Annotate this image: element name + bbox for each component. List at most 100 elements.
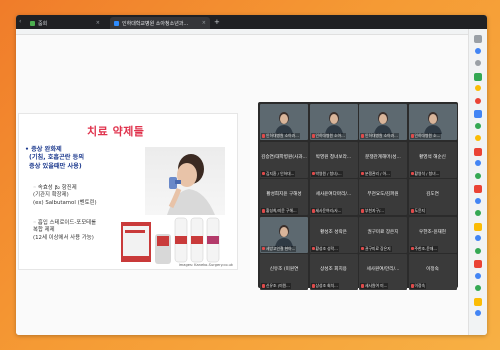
participant-tile[interactable]: 신유조 (미원연 신유조 (미원... — [260, 254, 308, 290]
extension-icon[interactable] — [475, 160, 481, 166]
participant-tile[interactable]: 세사원여/만리/... 세사원여 미... — [359, 254, 407, 290]
participant-video-silhouette — [275, 224, 293, 247]
participant-name-label: 인하대병원 소... — [409, 133, 442, 139]
muted-mic-icon — [361, 284, 364, 288]
participant-name-label: 도윤지 — [409, 208, 426, 214]
participant-center-name: 권구미료 장은지 — [367, 229, 399, 235]
extension-icon[interactable] — [475, 47, 481, 54]
participant-name: 황영석 / 청녀... — [414, 170, 440, 176]
participant-name-label: 황성희/지윤 구해... — [261, 208, 298, 214]
slide-bullet-2-line3: (ex) Salbutamol (벤토린) — [33, 199, 97, 206]
extension-icon[interactable] — [475, 272, 481, 279]
tab-bar: ‹ 줌회 × 인하대학교병원 소아청소년과... × + — [16, 15, 487, 29]
muted-mic-icon — [311, 134, 315, 138]
participant-video-silhouette — [423, 112, 442, 134]
slide-bullet-1: • 증상 완화제 — [25, 146, 62, 153]
extension-icon[interactable] — [474, 222, 482, 231]
muted-mic-icon — [361, 246, 364, 251]
muted-mic-icon — [262, 209, 265, 213]
extension-icon[interactable] — [474, 72, 482, 81]
zoom-favicon-icon — [30, 20, 35, 26]
extension-icon[interactable] — [475, 197, 481, 204]
participant-tile[interactable]: 인하대병원 소아과... — [260, 104, 308, 140]
slide-image-credit: images: Kaneko-Surgery.co.uk — [178, 263, 233, 267]
participant-name: 인하대병원 소아... — [315, 133, 345, 138]
participant-center-name: 황영석 해순신 — [419, 154, 446, 160]
participant-center-name: 부천요도/김퍼원 — [367, 192, 399, 197]
participant-tile[interactable]: 인하대병원 소... — [408, 104, 457, 140]
participant-tile[interactable]: 우한조-윤재현 주한조-윤재... — [408, 216, 457, 253]
participant-video-silhouette — [374, 112, 392, 134]
participant-name-label: 상성조 회치... — [310, 283, 339, 289]
participant-video-silhouette — [275, 112, 293, 134]
participant-tile[interactable]: 김도연 도윤지 — [408, 179, 457, 215]
participant-center-name: 김승연/대학병원(사과... — [261, 154, 307, 160]
close-icon[interactable]: × — [202, 20, 206, 26]
new-tab-button[interactable]: + — [214, 18, 220, 26]
muted-mic-icon — [262, 171, 265, 176]
extension-icon[interactable] — [474, 185, 482, 193]
muted-mic-icon — [410, 209, 414, 213]
participant-tile[interactable]: 상성조 회치용상성조 회치... — [309, 254, 358, 290]
tab-title: 줌회 — [38, 20, 48, 27]
participant-name: 세사윤여리/사... — [315, 208, 342, 213]
extension-icon[interactable] — [474, 297, 482, 306]
participant-tile[interactable]: 이정숙 이정숙 — [408, 254, 457, 290]
participant-center-name: 상성조 회치용 — [320, 267, 347, 272]
participant-tile[interactable]: 분쟁관계해머(성... 분쟁관리 / 아... — [359, 141, 407, 178]
participant-tile[interactable]: 박영원 청녀보라... 박영원 / 청녀/... — [309, 141, 358, 178]
participant-name: 이정숙 — [414, 283, 425, 288]
extension-icon[interactable] — [475, 172, 481, 179]
participant-gallery: 인하대병원 소아과... 인하대병원 소아... 인하대병원 소아과... 인하대병원… — [258, 102, 458, 290]
participant-tile[interactable]: 황영석 해순신황영석 / 청녀... — [408, 141, 457, 178]
tab-active-meeting[interactable]: 인하대학교병원 소아청소년과... × — [110, 17, 210, 29]
participant-tile[interactable]: 권구미료 장은지 권구미료 장은지 — [359, 216, 407, 253]
participant-name-label: 인하대병원 소아과... — [261, 133, 300, 139]
participant-name: 도윤지 — [414, 208, 425, 213]
extension-icon[interactable] — [474, 260, 482, 268]
slide-bullet-1-line2: 증상 있을때만 사용) — [29, 162, 82, 170]
extension-icon[interactable] — [474, 110, 482, 118]
extension-icon[interactable] — [474, 147, 482, 156]
tab-scroll-left-icon[interactable]: ‹ — [19, 18, 21, 25]
extension-icon[interactable] — [475, 310, 481, 316]
participant-tile[interactable]: 인하대병원 소아과... — [359, 104, 407, 140]
extension-icon[interactable] — [475, 97, 481, 104]
participant-center-name: 우한조-윤재현 — [418, 229, 447, 235]
participant-name: 신유조 (미원... — [266, 283, 290, 288]
participant-tile[interactable]: 김승연/대학병원(사과... 김지환 / 인하대... — [260, 141, 308, 178]
extension-icon[interactable] — [475, 122, 481, 129]
participant-tile[interactable]: 인하대병원 소아... — [309, 104, 358, 140]
participant-name-label: 황영석 / 청녀... — [409, 170, 441, 177]
slide-bullet-3-line3: (12세 이상에서 사용 가능) — [33, 234, 94, 241]
slide-bullet-1-detail: (기침, 호흡곤란 등의 증상 있을때만 사용) — [29, 154, 84, 171]
extension-icon[interactable] — [475, 210, 481, 216]
extension-icon[interactable] — [475, 285, 481, 291]
participant-tile[interactable]: 황성조 성락은 황성조 성락... — [309, 216, 358, 253]
browser-window: ‹ 줌회 × 인하대학교병원 소아청소년과... × + 치료 약제들 • 증상… — [16, 15, 487, 335]
participant-tile[interactable]: 세방고인철 현아... — [260, 216, 308, 253]
participant-name-label: 인하대병원 소아과... — [360, 133, 399, 139]
extension-icon[interactable] — [475, 60, 481, 66]
participant-center-name: 세사윤여다마리/... — [315, 192, 352, 197]
participant-name: 인하대병원 소아과... — [266, 133, 299, 138]
participant-name: 인하대병원 소아과... — [365, 133, 398, 138]
slide-bullet-3: ◦ 흡입 스테로이드-포모테롤 복합 제제 (12세 이상에서 사용 가능) — [33, 220, 96, 242]
muted-mic-icon — [361, 209, 364, 213]
slide-bullet-2: ◦ 속효성 β₂ 항진제 (기관지 확장제) (ex) Salbutamol (… — [33, 185, 97, 207]
participant-tile[interactable]: 황성희지윤 구해성 황성희/지윤 구해... — [260, 179, 308, 215]
tab-title: 인하대학교병원 소아청소년과... — [122, 20, 189, 27]
extension-icon[interactable] — [475, 85, 481, 91]
extension-icon[interactable] — [474, 35, 482, 43]
muted-mic-icon — [262, 246, 265, 251]
extension-icon[interactable] — [475, 247, 481, 254]
close-icon[interactable]: × — [96, 20, 100, 26]
tab-zoom[interactable]: 줌회 × — [26, 17, 104, 29]
extension-icon[interactable] — [475, 235, 481, 241]
extension-icon[interactable] — [475, 135, 481, 141]
participant-tile[interactable]: 세사윤여다마리/... 세사윤여리/사... — [309, 179, 358, 215]
extension-sidebar — [468, 29, 487, 335]
participant-name-label: 신유조 (미원... — [261, 283, 291, 289]
participant-tile[interactable]: 부천요도/김퍼원부천지구/... — [359, 179, 407, 215]
participant-name-label: 부천지구/... — [360, 208, 385, 214]
